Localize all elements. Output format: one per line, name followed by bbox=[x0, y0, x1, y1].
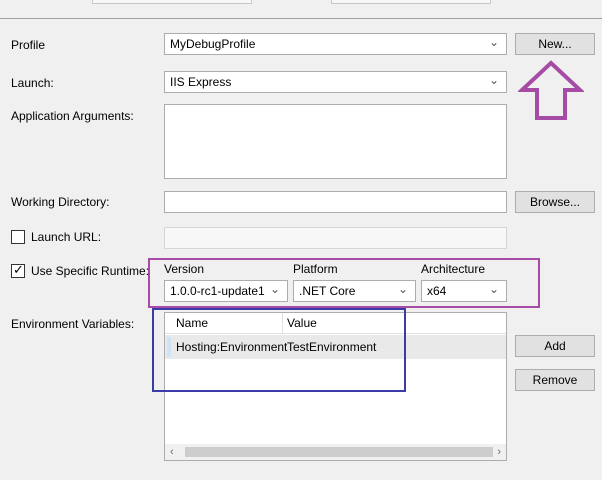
grid-header bbox=[165, 313, 506, 334]
launch-value: IIS Express bbox=[170, 75, 232, 89]
chevron-down-icon: ⌄ bbox=[397, 282, 408, 296]
architecture-dropdown[interactable]: x64 ⌄ bbox=[421, 280, 507, 302]
platform-dropdown[interactable]: .NET Core ⌄ bbox=[293, 280, 416, 302]
working-dir-input[interactable] bbox=[164, 191, 507, 213]
architecture-value: x64 bbox=[427, 284, 447, 298]
version-value: 1.0.0-rc1-update1 bbox=[170, 284, 265, 298]
architecture-label: Architecture bbox=[421, 262, 486, 276]
row-value-cell[interactable]: TestEnvironment bbox=[287, 340, 376, 354]
scroll-left-icon[interactable]: ‹ bbox=[170, 444, 174, 460]
browse-button[interactable]: Browse... bbox=[515, 191, 595, 213]
env-vars-grid[interactable]: Name Value Hosting:Environment TestEnvir… bbox=[164, 312, 507, 461]
launch-dropdown[interactable]: IIS Express ⌄ bbox=[164, 71, 507, 93]
platform-label: Platform bbox=[293, 262, 338, 276]
add-button[interactable]: Add bbox=[515, 335, 595, 357]
specific-runtime-label: Use Specific Runtime: bbox=[31, 264, 150, 278]
chevron-down-icon: ⌄ bbox=[488, 282, 499, 296]
platform-value: .NET Core bbox=[299, 284, 356, 298]
scroll-right-icon[interactable]: › bbox=[497, 444, 501, 460]
row-name-cell[interactable]: Hosting:Environment bbox=[176, 340, 287, 354]
launch-label: Launch: bbox=[11, 76, 54, 90]
launch-url-checkbox[interactable] bbox=[11, 230, 25, 244]
row-indicator bbox=[167, 337, 171, 357]
version-dropdown[interactable]: 1.0.0-rc1-update1 ⌄ bbox=[164, 280, 288, 302]
profile-dropdown[interactable]: MyDebugProfile ⌄ bbox=[164, 33, 507, 55]
remove-button[interactable]: Remove bbox=[515, 369, 595, 391]
profile-label: Profile bbox=[11, 38, 46, 52]
check-icon: ✓ bbox=[13, 262, 24, 277]
chevron-down-icon: ⌄ bbox=[488, 73, 499, 87]
specific-runtime-checkbox[interactable]: ✓ bbox=[11, 262, 25, 278]
version-label: Version bbox=[164, 262, 205, 276]
chevron-down-icon: ⌄ bbox=[269, 282, 280, 296]
app-args-label: Application Arguments: bbox=[11, 109, 134, 123]
top-tab-right[interactable] bbox=[331, 0, 491, 4]
launch-url-label: Launch URL: bbox=[31, 230, 102, 244]
profile-value: MyDebugProfile bbox=[170, 37, 256, 51]
column-header-name[interactable]: Name bbox=[176, 316, 208, 330]
top-divider bbox=[0, 18, 602, 19]
app-args-textarea[interactable] bbox=[164, 104, 507, 179]
grid-column-divider bbox=[282, 313, 283, 334]
up-arrow-icon bbox=[518, 60, 584, 120]
working-dir-label: Working Directory: bbox=[11, 195, 110, 209]
top-tab-left[interactable] bbox=[92, 0, 252, 4]
horizontal-scrollbar[interactable]: ‹ › bbox=[165, 444, 506, 460]
launch-url-input[interactable] bbox=[164, 227, 507, 249]
chevron-down-icon: ⌄ bbox=[488, 35, 499, 49]
env-vars-label: Environment Variables: bbox=[11, 317, 135, 331]
scrollbar-thumb[interactable] bbox=[185, 447, 493, 457]
new-profile-button[interactable]: New... bbox=[515, 33, 595, 55]
column-header-value[interactable]: Value bbox=[287, 316, 317, 330]
